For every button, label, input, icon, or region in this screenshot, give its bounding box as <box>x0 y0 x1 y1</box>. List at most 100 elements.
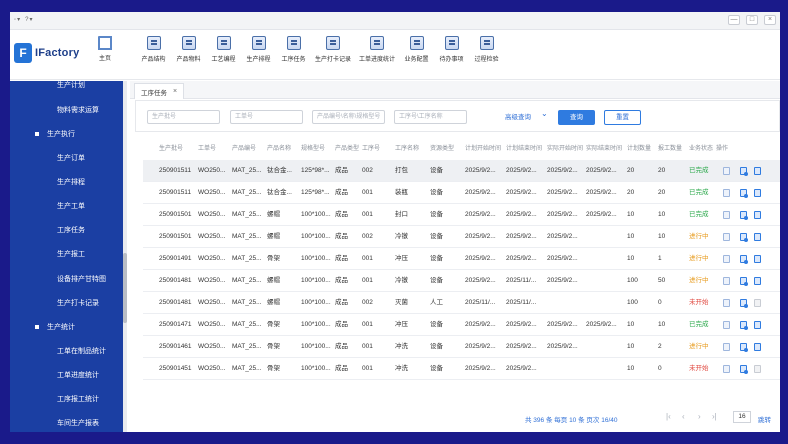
edit-icon[interactable] <box>740 255 748 264</box>
toolbar-production-scheduling[interactable]: 生产排程 <box>241 36 276 63</box>
sidebar-item-production-plan[interactable]: 生产计划 <box>10 81 123 97</box>
table-cell: 2025/9/2... <box>506 189 537 196</box>
sidebar-item-report-statistics[interactable]: 工序报工统计 <box>10 387 123 411</box>
help-menu-icon[interactable]: ? ▾ <box>25 16 32 24</box>
edit-icon[interactable] <box>740 299 748 308</box>
order-input[interactable]: 工单号 <box>230 110 303 124</box>
sidebar-group-production-execution[interactable]: 生产执行 <box>10 122 123 146</box>
process-input[interactable]: 工序号\工序名称 <box>394 110 467 124</box>
edit-icon[interactable] <box>740 365 748 374</box>
column-header: 工序号 <box>362 146 381 152</box>
tab-close-icon[interactable]: × <box>173 88 177 95</box>
view-icon[interactable] <box>723 365 730 373</box>
logo-text: IFactory <box>35 47 80 59</box>
search-button[interactable]: 查询 <box>558 110 595 125</box>
sidebar-group-production-statistics[interactable]: 生产统计 <box>10 315 123 339</box>
view-icon[interactable] <box>723 343 730 351</box>
assign-icon[interactable] <box>754 211 761 219</box>
sidebar-item-process-task[interactable]: 工序任务 <box>10 218 123 242</box>
view-icon[interactable] <box>723 211 730 219</box>
assign-icon[interactable] <box>754 255 761 263</box>
sidebar-item-wip-statistics[interactable]: 工单在制品统计 <box>10 339 123 363</box>
assign-icon[interactable] <box>754 233 761 241</box>
edit-icon[interactable] <box>740 211 748 220</box>
view-icon[interactable] <box>723 277 730 285</box>
title-menu: ◦ ▾ ? ▾ <box>14 16 33 24</box>
table-row[interactable]: 250901481 WO250... MAT_25... 螺帽 100*100... 成品… <box>143 270 780 292</box>
toolbar-process-task[interactable]: 工序任务 <box>276 36 311 63</box>
view-icon[interactable] <box>723 233 730 241</box>
next-page-icon[interactable]: › <box>698 412 701 421</box>
assign-icon[interactable] <box>754 321 761 329</box>
table-row[interactable]: 250901501 WO250... MAT_25... 螺帽 100*100... 成品… <box>143 226 780 248</box>
reset-button[interactable]: 重置 <box>604 110 641 125</box>
assign-icon[interactable] <box>754 343 761 351</box>
toolbar-product-structure[interactable]: 产品结构 <box>136 36 171 63</box>
table-row[interactable]: 250901451 WO250... MAT_25... 骨架 100*100... 成品… <box>143 358 780 380</box>
product-input[interactable]: 产品编号\名称\规格型号 <box>312 110 385 124</box>
first-page-icon[interactable]: |‹ <box>666 412 671 421</box>
batch-input[interactable]: 生产批号 <box>147 110 220 124</box>
sidebar-item-work-report[interactable]: 生产报工 <box>10 242 123 266</box>
sidebar-item-clock-records[interactable]: 生产打卡记录 <box>10 291 123 315</box>
go-page-button[interactable]: 跳转 <box>758 414 771 424</box>
table-row[interactable]: 250901511 WO250... MAT_25... 钛合金... 125*98*.… <box>143 160 780 182</box>
sidebar-item-gantt[interactable]: 设备排产甘特图 <box>10 267 123 291</box>
chevron-down-icon[interactable]: ⌄ <box>541 109 548 118</box>
view-icon[interactable] <box>723 189 730 197</box>
table-row[interactable]: 250901471 WO250... MAT_25... 骨架 100*100... 成品… <box>143 314 780 336</box>
edit-icon[interactable] <box>740 167 748 176</box>
table-cell: 2025/9/2... <box>547 167 578 174</box>
assign-icon[interactable] <box>754 167 761 175</box>
close-window-button[interactable]: × <box>764 15 776 25</box>
toolbar-product-material[interactable]: 产品物料 <box>171 36 206 63</box>
edit-icon[interactable] <box>740 277 748 286</box>
view-icon[interactable] <box>723 299 730 307</box>
view-icon[interactable] <box>723 321 730 329</box>
column-header: 实际结束时间 <box>586 146 623 152</box>
table-row[interactable]: 250901461 WO250... MAT_25... 骨架 100*100... 成品… <box>143 336 780 358</box>
edit-icon[interactable] <box>740 233 748 242</box>
toolbar-clock-records[interactable]: 生产打卡记录 <box>311 36 355 63</box>
edit-icon[interactable] <box>740 321 748 330</box>
sidebar-scrollbar[interactable] <box>123 81 127 432</box>
edit-icon[interactable] <box>740 343 748 352</box>
toolbar-process-inspection[interactable]: 过程检验 <box>469 36 504 63</box>
toolbar-order-progress[interactable]: 工单进度统计 <box>355 36 399 63</box>
edit-icon[interactable] <box>740 189 748 198</box>
view-icon[interactable] <box>723 167 730 175</box>
minimize-button[interactable]: — <box>728 15 740 25</box>
table-row[interactable]: 250901511 WO250... MAT_25... 钛合金... 125*98*.… <box>143 182 780 204</box>
prev-page-icon[interactable]: ‹ <box>682 412 685 421</box>
sidebar-item-workshop-report[interactable]: 车间生产报表 <box>10 411 123 432</box>
assign-icon[interactable] <box>754 299 761 307</box>
table-row[interactable]: 250901481 WO250... MAT_25... 螺帽 100*100... 成品… <box>143 292 780 314</box>
toolbar-todo[interactable]: 待办事项 <box>434 36 469 63</box>
sidebar-item-work-order[interactable]: 生产工单 <box>10 194 123 218</box>
toolbar-process-programming[interactable]: 工艺编程 <box>206 36 241 63</box>
sidebar-item-mrp[interactable]: 物料需求运算 <box>10 98 123 122</box>
table-row[interactable]: 250901501 WO250... MAT_25... 螺帽 100*100... 成品… <box>143 204 780 226</box>
assign-icon[interactable] <box>754 277 761 285</box>
assign-icon[interactable] <box>754 189 761 197</box>
maximize-button[interactable]: □ <box>746 15 758 25</box>
toolbar-business-config[interactable]: 业务配置 <box>399 36 434 63</box>
table-row[interactable]: 250901491 WO250... MAT_25... 骨架 100*100... 成品… <box>143 248 780 270</box>
app-menu-icon[interactable]: ◦ ▾ <box>14 16 20 24</box>
view-icon[interactable] <box>723 255 730 263</box>
status-badge: 已完成 <box>689 167 709 174</box>
sidebar-item-production-order[interactable]: 生产订单 <box>10 146 123 170</box>
sidebar-item-scheduling[interactable]: 生产排程 <box>10 170 123 194</box>
scrollbar-thumb[interactable] <box>123 253 127 323</box>
page-number-input[interactable]: 16 <box>733 411 751 423</box>
tab-process-task[interactable]: 工序任务 × <box>134 83 185 99</box>
column-header: 工单号 <box>198 146 217 152</box>
advanced-search-link[interactable]: 高级查询 <box>505 111 531 121</box>
table-cell: 2025/9/2... <box>465 211 496 218</box>
table-cell: 成品 <box>335 343 348 350</box>
sidebar-item-order-progress[interactable]: 工单进度统计 <box>10 363 123 387</box>
home-button[interactable]: 主页 <box>93 36 117 62</box>
assign-icon[interactable] <box>754 365 761 373</box>
status-badge: 未开始 <box>689 299 709 306</box>
last-page-icon[interactable]: ›| <box>712 412 717 421</box>
